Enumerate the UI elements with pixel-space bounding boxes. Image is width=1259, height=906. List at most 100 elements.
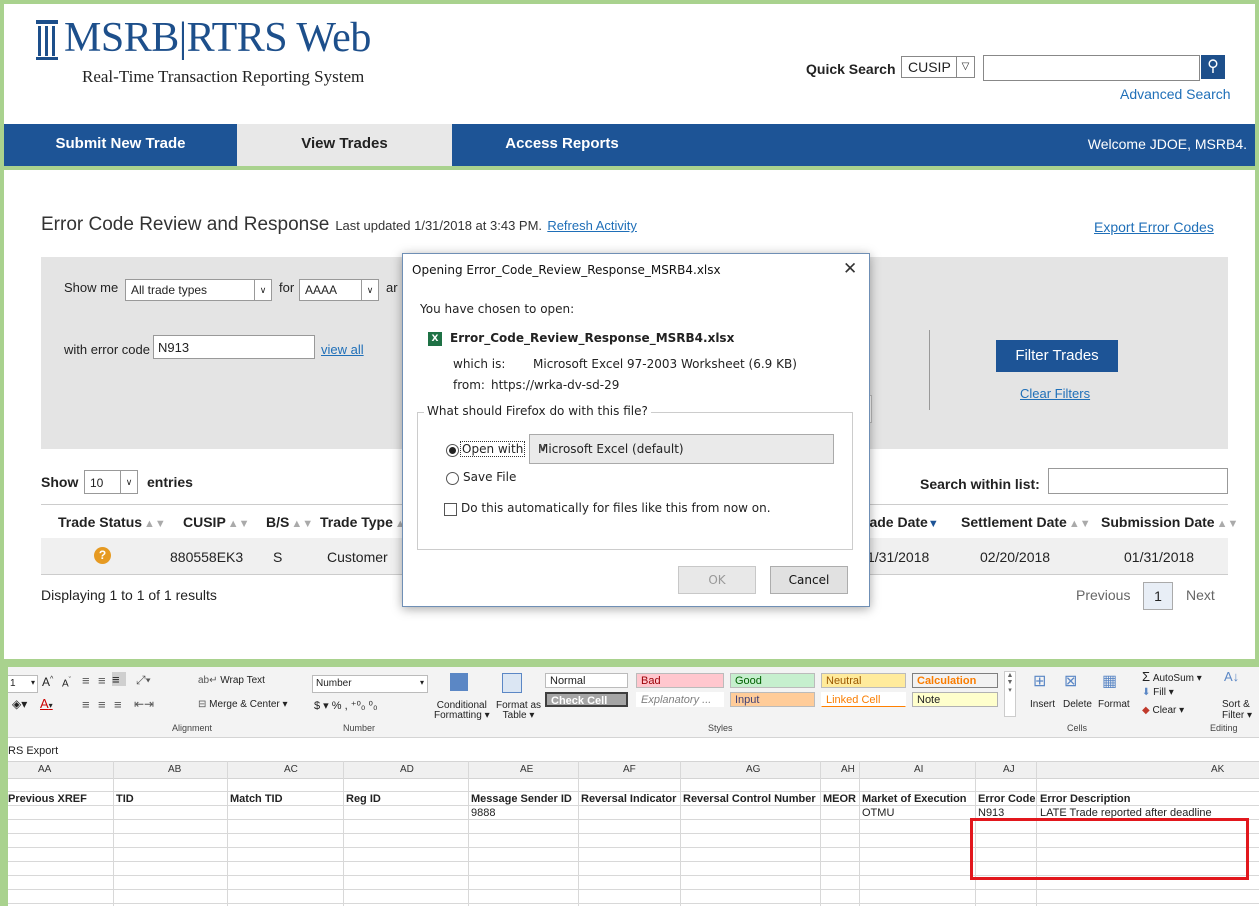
logo[interactable]: MSRB|RTRS Web Real-Time Transaction Repo… — [36, 14, 376, 94]
col-settlement-date[interactable]: Settlement Date ▲▼ — [961, 514, 1091, 530]
chevron-down-icon: ∨ — [538, 440, 547, 454]
col-AC[interactable]: AC — [284, 764, 298, 775]
error-code-label: with error code — [64, 342, 150, 357]
style-check-cell[interactable]: Check Cell — [545, 692, 628, 707]
align-center-icon[interactable]: ≡ — [98, 697, 106, 712]
col-AB[interactable]: AB — [168, 764, 181, 775]
insert-button[interactable]: Insert — [1030, 699, 1055, 710]
cancel-button[interactable]: Cancel — [770, 566, 848, 594]
style-good[interactable]: Good — [730, 673, 815, 688]
quick-search-type-select[interactable]: CUSIP ▽ — [901, 56, 975, 78]
nav-view-trades[interactable]: View Trades — [237, 124, 452, 166]
sort-filter-button[interactable]: Sort & Filter ▾ — [1222, 699, 1252, 721]
fill-button[interactable]: ⬇ Fill ▾ — [1142, 687, 1174, 698]
pagination-page[interactable]: 1 — [1143, 582, 1173, 610]
pagination-next[interactable]: Next — [1186, 587, 1215, 603]
save-file-radio[interactable] — [446, 472, 459, 485]
col-AH[interactable]: AH — [841, 764, 855, 775]
wrap-text-button[interactable]: ab↵ Wrap Text — [198, 675, 265, 686]
ok-button[interactable]: OK — [678, 566, 756, 594]
fill-color-icon[interactable]: ◈▾ — [12, 697, 27, 711]
conditional-formatting-button[interactable]: Conditional Formatting ▾ — [434, 701, 490, 721]
format-as-table-icon[interactable] — [500, 671, 522, 693]
align-bottom-icon[interactable]: ≡ — [112, 672, 126, 687]
question-status-icon[interactable]: ? — [94, 547, 111, 564]
indent-icon[interactable]: ⇤⇥ — [134, 697, 154, 711]
style-bad[interactable]: Bad — [636, 673, 724, 688]
col-bs[interactable]: B/S ▲▼ — [266, 514, 313, 530]
advanced-search-link[interactable]: Advanced Search — [1120, 86, 1231, 102]
currency-icon[interactable]: $ ▾ % , ⁺⁰₀ ⁰₀ — [314, 699, 378, 712]
trade-type-select[interactable]: All trade types ∨ — [125, 279, 272, 301]
col-AG[interactable]: AG — [746, 764, 760, 775]
shrink-font-icon[interactable]: Aˇ — [62, 677, 71, 689]
format-as-table-button[interactable]: Format as Table ▾ — [496, 701, 541, 721]
dealer-select[interactable]: AAAA ∨ — [299, 279, 379, 301]
align-middle-icon[interactable]: ≡ — [98, 673, 106, 688]
save-file-label[interactable]: Save File — [463, 470, 516, 484]
align-right-icon[interactable]: ≡ — [114, 697, 122, 712]
pagination-previous[interactable]: Previous — [1076, 587, 1130, 603]
refresh-activity-link[interactable]: Refresh Activity — [547, 218, 637, 233]
sheet-row-header[interactable]: Previous XREF TID Match TID Reg ID Messa… — [8, 792, 1259, 806]
col-AD[interactable]: AD — [400, 764, 414, 775]
close-icon[interactable]: ✕ — [843, 259, 857, 279]
open-with-radio[interactable] — [446, 444, 459, 457]
col-cusip[interactable]: CUSIP ▲▼ — [183, 514, 250, 530]
font-size-select[interactable]: 1 ▾ — [6, 675, 38, 693]
export-error-codes-link[interactable]: Export Error Codes — [1094, 219, 1214, 235]
conditional-formatting-icon[interactable] — [448, 671, 470, 693]
hdr-meor: MEOR — [823, 793, 856, 805]
orientation-icon[interactable]: ⤢▾ — [136, 673, 151, 688]
style-note[interactable]: Note — [912, 692, 998, 707]
delete-button[interactable]: Delete — [1063, 699, 1092, 710]
align-top-icon[interactable]: ≡ — [82, 673, 90, 688]
entries-select[interactable]: 10 ∨ — [84, 470, 138, 494]
col-AA[interactable]: AA — [38, 764, 51, 775]
search-within-input[interactable] — [1048, 468, 1228, 494]
format-cells-icon[interactable]: ▦ — [1102, 671, 1117, 691]
auto-label[interactable]: Do this automatically for files like thi… — [461, 501, 771, 515]
search-icon[interactable]: ⚲ — [1201, 55, 1225, 79]
view-all-link[interactable]: view all — [321, 342, 364, 357]
style-calculation[interactable]: Calculation — [912, 673, 998, 688]
clear-filters-link[interactable]: Clear Filters — [1020, 386, 1090, 401]
insert-cells-icon[interactable]: ⊞ — [1033, 671, 1046, 691]
hdr-match-tid: Match TID — [230, 793, 283, 805]
col-AF[interactable]: AF — [623, 764, 636, 775]
col-trade-date[interactable]: rade Date▼ — [864, 514, 939, 530]
format-button[interactable]: Format — [1098, 699, 1130, 710]
auto-checkbox[interactable] — [444, 503, 457, 516]
col-AI[interactable]: AI — [914, 764, 923, 775]
autosum-button[interactable]: Σ AutoSum ▾ — [1142, 669, 1202, 684]
filter-trades-button[interactable]: Filter Trades — [996, 340, 1118, 372]
nav-submit-new-trade[interactable]: Submit New Trade — [4, 124, 237, 166]
align-left-icon[interactable]: ≡ — [82, 697, 90, 712]
style-input[interactable]: Input — [730, 692, 815, 707]
col-trade-status[interactable]: Trade Status ▲▼ — [58, 514, 166, 530]
last-updated: Last updated 1/31/2018 at 3:43 PM. — [335, 218, 543, 233]
style-normal[interactable]: Normal — [545, 673, 628, 688]
style-neutral[interactable]: Neutral — [821, 673, 906, 688]
error-code-input[interactable]: N913 — [153, 335, 315, 359]
col-AJ[interactable]: AJ — [1003, 764, 1015, 775]
font-color-icon[interactable]: A▾ — [40, 696, 53, 711]
and-label: ar — [386, 280, 398, 295]
delete-cells-icon[interactable]: ⊠ — [1064, 671, 1077, 691]
style-linked-cell[interactable]: Linked Cell — [821, 692, 906, 707]
merge-center-button[interactable]: ⊟ Merge & Center ▾ — [198, 699, 288, 710]
application-select[interactable]: Microsoft Excel (default) ∨ — [529, 434, 834, 464]
col-AK[interactable]: AK — [1211, 764, 1224, 775]
clear-button[interactable]: ◆ Clear ▾ — [1142, 705, 1184, 716]
col-submission-date[interactable]: Submission Date ▲▼ — [1101, 514, 1238, 530]
grow-font-icon[interactable]: A^ — [42, 675, 53, 689]
sort-filter-icon[interactable]: A↓ — [1224, 669, 1239, 684]
quick-search-input[interactable] — [983, 55, 1200, 81]
sheet-row-empty[interactable] — [8, 778, 1259, 792]
number-format-select[interactable]: Number ▾ — [312, 675, 428, 693]
styles-scroll[interactable]: ▲ ▼ ▾ — [1004, 671, 1016, 717]
style-explanatory[interactable]: Explanatory ... — [636, 692, 724, 707]
col-AE[interactable]: AE — [520, 764, 533, 775]
open-with-label[interactable]: Open with — [459, 441, 526, 457]
nav-access-reports[interactable]: Access Reports — [452, 124, 672, 166]
